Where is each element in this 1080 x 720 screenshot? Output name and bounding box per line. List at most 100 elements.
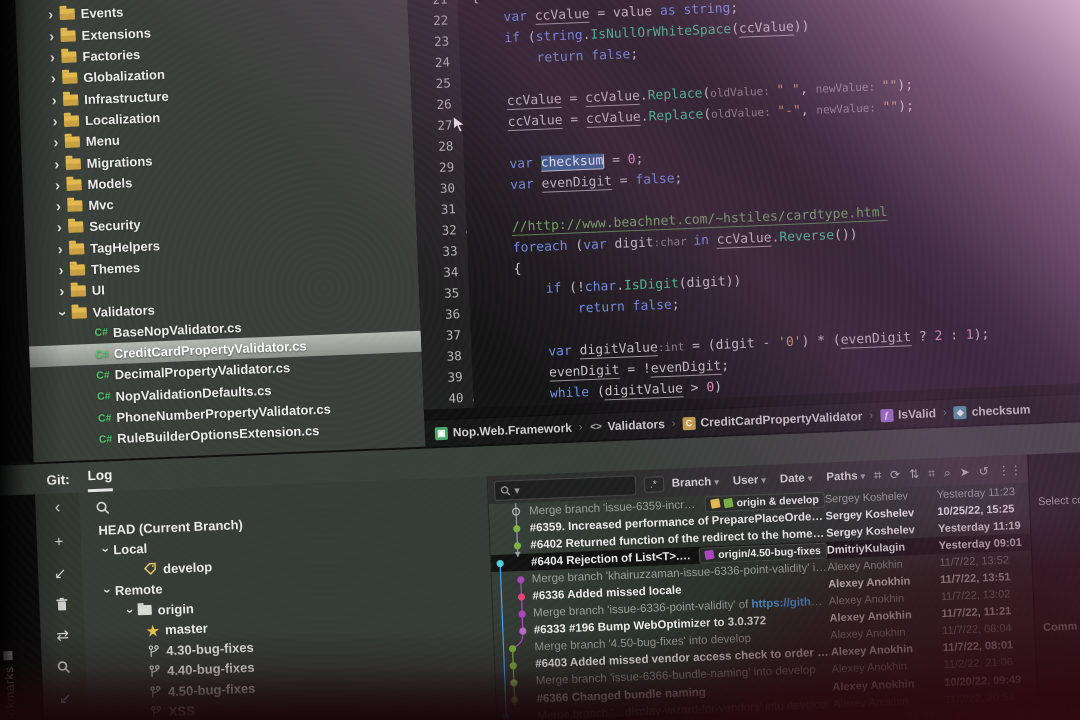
swap-icon[interactable]: ⇅ <box>909 466 920 481</box>
breadcrumb-field[interactable]: ◆ checksum <box>953 402 1030 419</box>
solution-tree: ›Controllers›Events›Extensions›Factories… <box>15 0 425 453</box>
match-case-toggle[interactable]: Cc <box>662 476 664 491</box>
branch-label: develop <box>163 559 213 576</box>
breadcrumb-method[interactable]: ƒIsValid <box>880 406 937 422</box>
chevron-right-icon[interactable]: › <box>43 7 58 25</box>
tool-window-bookmarks[interactable]: Bookmarks <box>1 652 18 720</box>
add-icon[interactable]: + <box>49 532 70 551</box>
gutter-line-23: 23 <box>409 30 450 53</box>
chevron-right-icon[interactable]: › <box>49 134 64 152</box>
branch-label: XSS <box>169 703 196 719</box>
compare-icon[interactable]: ⇄ <box>52 626 73 645</box>
code-token: ccValue <box>739 20 794 38</box>
trash-icon[interactable] <box>51 595 72 614</box>
chevron-down-icon[interactable]: › <box>123 604 139 619</box>
rollback-icon[interactable]: ↺ <box>978 464 989 479</box>
chevron-right-icon[interactable]: › <box>46 70 61 88</box>
log-search-input[interactable]: ▾ <box>494 475 636 501</box>
selected-word: checksum <box>540 153 603 172</box>
gutter-line-33: 33 <box>417 240 458 263</box>
collapse-left-icon[interactable]: ‹ <box>47 497 68 518</box>
encoding-widget[interactable]: UTF-8 <box>1007 707 1039 720</box>
code-token: = ! <box>619 362 651 378</box>
chevron-right-icon[interactable]: › <box>44 28 59 46</box>
chevron-down-icon[interactable]: › <box>54 306 72 321</box>
highlight-icon[interactable]: ⌗ <box>873 465 883 485</box>
chevron-right-icon[interactable]: › <box>50 177 65 195</box>
class-icon: C <box>682 416 696 430</box>
tree-item-label: Extensions <box>81 25 151 43</box>
code-token: = <box>561 91 585 107</box>
breadcrumb-label: checksum <box>971 402 1030 418</box>
tree-item-label: Globalization <box>83 67 165 85</box>
search-options-arrow: ▾ <box>514 483 520 496</box>
code-token: :int <box>658 340 685 354</box>
code-token: = <box>612 173 636 189</box>
grid-icon[interactable]: ⌗ <box>928 466 935 481</box>
filter-user[interactable]: User▾ <box>733 474 767 487</box>
code-token: "" <box>882 99 898 115</box>
filter-paths[interactable]: Paths▾ <box>826 470 865 484</box>
code-editor[interactable]: 20212223242526272829303132⧫3334353637383… <box>407 0 1080 420</box>
chevron-right-icon[interactable]: › <box>49 155 64 173</box>
filter-branch[interactable]: Branch▾ <box>672 476 720 490</box>
checkout-icon[interactable]: ↙ <box>55 689 76 708</box>
commit-author: Alexey Anokhin <box>829 608 941 624</box>
code-token: var <box>503 9 535 25</box>
field-icon: ◆ <box>953 405 967 419</box>
tab-git-log[interactable]: Log <box>87 467 113 492</box>
tree-item-label: Menu <box>86 133 121 149</box>
ide-window: ›Controllers›Events›Extensions›Factories… <box>0 0 1080 720</box>
tree-item-label: Themes <box>91 260 141 277</box>
photo-of-monitor: ›Controllers›Events›Extensions›Factories… <box>0 0 1080 720</box>
code-area[interactable]: ↑ ext methods↑ exporting APIs override b… <box>456 0 1080 408</box>
chevron-right-icon[interactable]: › <box>53 241 68 259</box>
code-token: = (digit - <box>684 335 778 354</box>
chevron-down-icon[interactable]: › <box>100 584 116 599</box>
commit-link[interactable]: https://github.com/khairuzzaman/ <box>751 596 829 611</box>
csharp-file-icon: C# <box>94 327 108 340</box>
indent-widget[interactable]: 4 spaces <box>1060 705 1080 719</box>
caret-position-widget[interactable]: 28:25 <box>907 711 935 720</box>
gutter-line-29: 29 <box>414 156 455 179</box>
revert-icon[interactable]: ↙ <box>50 563 71 582</box>
tree-item-label: Infrastructure <box>84 88 169 106</box>
commit-date: 11/7/22, 13:51 <box>940 570 1032 586</box>
chevron-right-icon[interactable]: › <box>52 219 67 237</box>
code-token: IsNullOrWhiteSpace <box>590 22 731 43</box>
chevron-right-icon[interactable]: › <box>45 49 60 67</box>
chevron-right-icon[interactable]: › <box>51 198 66 216</box>
folder-icon <box>68 222 83 234</box>
gutter-line-31: 31 <box>415 198 456 221</box>
line-separator-widget[interactable]: CRLF <box>956 709 985 720</box>
refresh-icon[interactable]: ⟳ <box>890 467 901 482</box>
chevron-right-icon[interactable]: › <box>54 262 69 280</box>
breadcrumb-namespace[interactable]: <>Validators <box>589 417 665 434</box>
method-icon: ƒ <box>880 408 894 422</box>
commit-date: 11/7/22, 11:21 <box>941 605 1033 621</box>
ref-chip-label: origin & develop <box>736 493 819 508</box>
layout-icon[interactable]: ⋮⋮ <box>998 462 1023 478</box>
go-to-icon[interactable]: ➤ <box>959 464 970 479</box>
folder-icon <box>60 30 75 42</box>
code-token: : <box>942 328 966 344</box>
commit-date: Yesterday 09:01 <box>939 536 1031 552</box>
chevron-right-icon[interactable]: › <box>55 283 70 301</box>
chevron-down-icon[interactable]: › <box>99 543 115 558</box>
csharp-file-icon: C# <box>95 348 109 361</box>
regex-toggle[interactable]: .* <box>645 477 663 492</box>
breadcrumb-module[interactable]: ▣Nop.Web.Framework <box>435 421 573 440</box>
gutter-line-39: 39 <box>422 366 463 389</box>
chevron-right-icon[interactable]: › <box>48 113 63 131</box>
folder-icon <box>69 243 84 255</box>
code-token: = value <box>589 4 660 22</box>
filter-date[interactable]: Date▾ <box>780 472 813 485</box>
search-icon[interactable]: ⌕ <box>944 465 951 480</box>
folder-icon <box>72 307 87 319</box>
tree-item-label: Models <box>87 175 132 192</box>
chevron-right-icon[interactable]: › <box>47 92 62 110</box>
solution-explorer[interactable]: ›Controllers›Events›Extensions›Factories… <box>15 0 425 462</box>
search-icon[interactable] <box>54 658 75 677</box>
breadcrumb-class[interactable]: CCreditCardPropertyValidator <box>682 409 862 430</box>
chevron-right-icon[interactable]: › <box>43 0 58 3</box>
